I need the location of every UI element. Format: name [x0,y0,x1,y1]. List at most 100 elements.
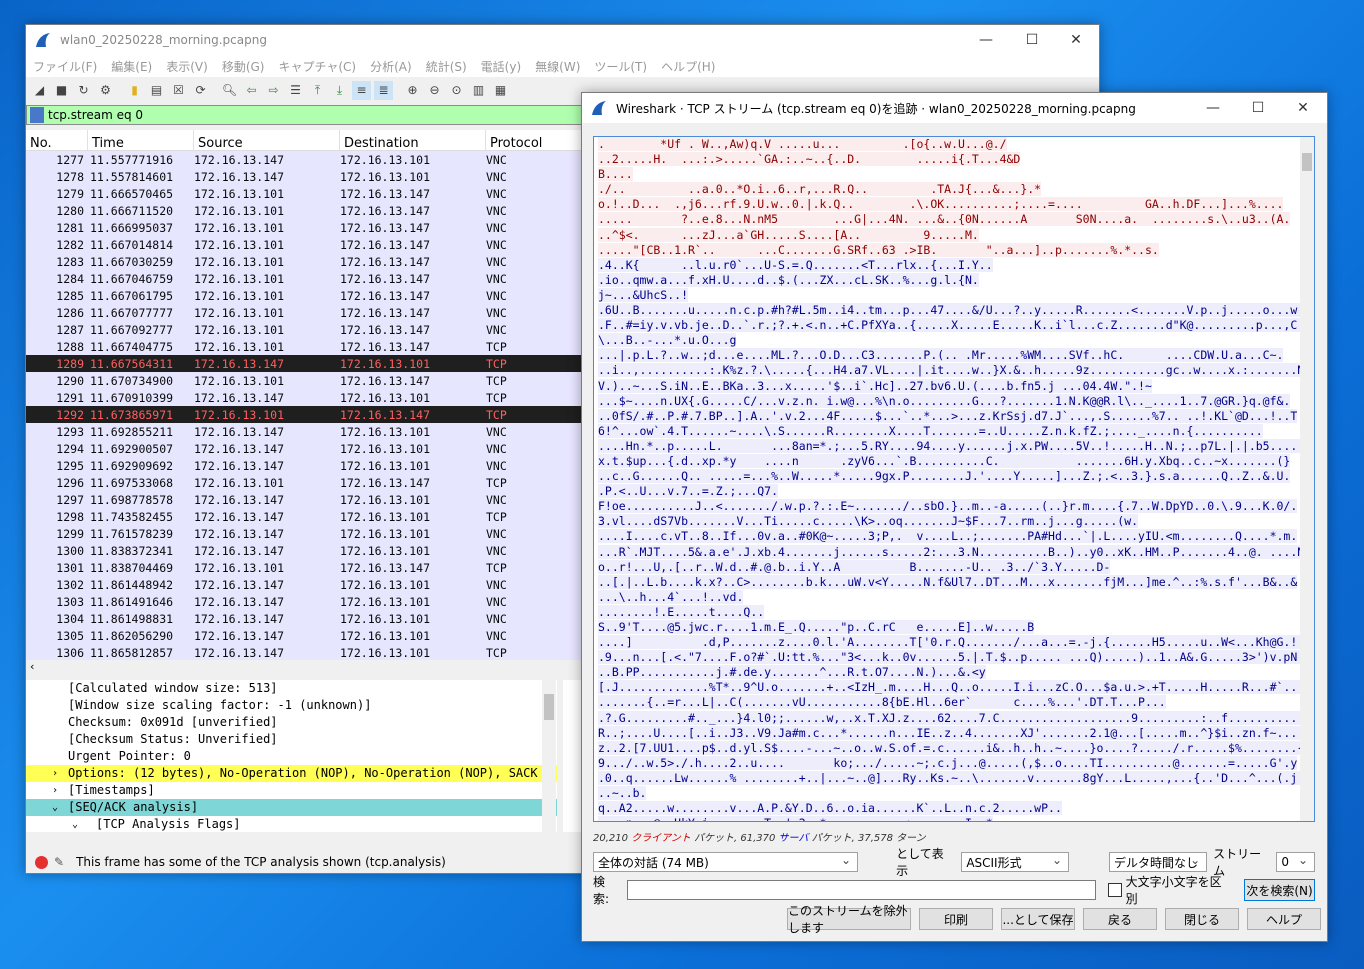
table-row[interactable]: 1279 11.666570465 172.16.13.101 172.16.13.1… [26,185,582,202]
search-input[interactable] [626,880,1096,900]
filter-out-stream-button[interactable]: このストリームを除外します [787,904,911,935]
table-row[interactable]: 1284 11.667046759 172.16.13.101 172.16.13.1… [26,270,582,287]
menu-item[interactable]: 分析(A) [363,58,419,75]
menu-item[interactable]: ツール(T) [587,58,654,75]
detail-line[interactable]: Checksum: 0x091d [unverified] [26,714,557,731]
zoom-normal-icon[interactable]: ⊙ [447,81,466,100]
packet-list-scrollbar[interactable]: ‹ [26,660,582,674]
expand-arrow-icon[interactable]: › [52,765,58,782]
table-row[interactable]: 1282 11.667014814 172.16.13.101 172.16.13.1… [26,236,582,253]
go-back-icon[interactable]: ⇦ [242,81,261,100]
colorize-icon[interactable]: ≣ [374,80,393,100]
detail-line[interactable]: [Checksum Status: Unverified] [26,731,557,748]
start-capture-icon[interactable]: ◢ [30,81,49,100]
find-next-button[interactable]: 次を検索(N) [1244,879,1315,901]
table-row[interactable]: 1296 11.697533068 172.16.13.101 172.16.13.1… [26,474,582,491]
conversation-select[interactable]: 全体の対話 (74 MB) [593,852,859,872]
column-header-no[interactable]: No. [26,130,88,151]
detail-line[interactable]: Urgent Pointer: 0 [26,748,557,765]
detail-line[interactable]: [Calculated window size: 513] [26,680,557,697]
menu-item[interactable]: ヘルプ(H) [654,58,722,75]
table-row[interactable]: 1299 11.761578239 172.16.13.147 172.16.13.1… [26,525,582,542]
zoom-out-icon[interactable]: ⊖ [425,81,444,100]
case-sensitive-checkbox[interactable] [1107,883,1122,897]
menu-item[interactable]: 統計(S) [419,58,474,75]
menu-item[interactable]: 無線(W) [528,58,587,75]
table-row[interactable]: 1292 11.673865971 172.16.13.101 172.16.13.1… [26,406,582,423]
column-header-destination[interactable]: Destination [340,130,486,151]
packet-details[interactable]: [Calculated window size: 513] [Window siz… [26,680,557,832]
table-row[interactable]: 1298 11.743582455 172.16.13.147 172.16.13.1… [26,508,582,525]
display-filter-bar[interactable]: tcp.stream eq 0 [26,105,582,125]
stream-scrollbar[interactable] [1300,137,1314,821]
table-row[interactable]: 1305 11.862056290 172.16.13.147 172.16.13.1… [26,627,582,644]
table-row[interactable]: 1297 11.698778578 172.16.13.147 172.16.13.1… [26,491,582,508]
table-row[interactable]: 1300 11.838372341 172.16.13.147 172.16.13.1… [26,542,582,559]
table-row[interactable]: 1290 11.670734900 172.16.13.101 172.16.13.1… [26,372,582,389]
go-to-packet-icon[interactable]: ☰ [286,81,305,100]
detail-line[interactable]: › [Timestamps] [26,782,557,799]
layout-icon[interactable]: ▦ [491,81,510,100]
maximize-button[interactable]: ☐ [1009,25,1055,55]
resize-columns-icon[interactable]: ▥ [469,81,488,100]
menu-item[interactable]: 編集(E) [104,58,159,75]
detail-line[interactable]: ⌄ [TCP Analysis Flags] [26,816,557,832]
menu-item[interactable]: キャプチャ(C) [271,58,363,75]
dialog-minimize-button[interactable]: — [1190,93,1236,123]
table-row[interactable]: 1302 11.861448942 172.16.13.147 172.16.13.1… [26,576,582,593]
table-row[interactable]: 1295 11.692909692 172.16.13.147 172.16.13.1… [26,457,582,474]
save-as-button[interactable]: ...として保存 [1001,908,1075,930]
packet-list[interactable]: 1277 11.557771916 172.16.13.147 172.16.13.1… [26,151,582,660]
dialog-close-button[interactable]: ✕ [1280,93,1326,123]
table-row[interactable]: 1278 11.557814601 172.16.13.147 172.16.13.1… [26,168,582,185]
stream-number-spinner[interactable]: 0 [1276,852,1316,872]
bookmark-icon[interactable] [30,107,44,123]
capture-options-icon[interactable]: ⚙ [96,81,115,100]
table-row[interactable]: 1303 11.861491646 172.16.13.147 172.16.13.1… [26,593,582,610]
detail-line[interactable]: › Options: (12 bytes), No-Operation (NOP)… [26,765,557,782]
minimize-button[interactable]: — [963,25,1009,55]
zoom-in-icon[interactable]: ⊕ [403,81,422,100]
close-button[interactable]: ✕ [1053,25,1099,55]
stream-content[interactable]: . *Uf . W..,Aw)q.V .....u... .[o{..w.U..… [593,136,1315,822]
table-row[interactable]: 1294 11.692900507 172.16.13.147 172.16.13.1… [26,440,582,457]
detail-line[interactable]: ⌄ [SEQ/ACK analysis] [26,799,557,816]
scroll-left-icon[interactable]: ‹ [30,660,34,673]
autoscroll-icon[interactable]: ≡ [352,80,371,100]
last-packet-icon[interactable]: ⤓ [330,81,349,100]
collapse-arrow-icon[interactable]: ⌄ [52,799,58,816]
table-row[interactable]: 1289 11.667564311 172.16.13.147 172.16.13.1… [26,355,582,372]
column-header-protocol[interactable]: Protocol [486,130,582,151]
table-row[interactable]: 1286 11.667077777 172.16.13.101 172.16.13.1… [26,304,582,321]
table-row[interactable]: 1277 11.557771916 172.16.13.147 172.16.13.1… [26,151,582,168]
menu-item[interactable]: 電話(y) [474,58,528,75]
close-file-icon[interactable]: ☒ [169,81,188,100]
show-as-select[interactable]: ASCII形式 [961,852,1070,872]
edit-comment-icon[interactable]: ✎ [54,855,64,869]
menu-item[interactable]: 表示(V) [159,58,215,75]
column-header-time[interactable]: Time [88,130,194,151]
table-row[interactable]: 1283 11.667030259 172.16.13.101 172.16.13.1… [26,253,582,270]
print-button[interactable]: 印刷 [919,908,993,930]
table-row[interactable]: 1304 11.861498831 172.16.13.147 172.16.13.1… [26,610,582,627]
table-row[interactable]: 1293 11.692855211 172.16.13.147 172.16.13.1… [26,423,582,440]
help-button[interactable]: ヘルプ [1247,908,1321,930]
back-button[interactable]: 戻る [1083,908,1157,930]
first-packet-icon[interactable]: ⤒ [308,81,327,100]
reload-file-icon[interactable]: ⟳ [191,81,210,100]
table-row[interactable]: 1291 11.670910399 172.16.13.147 172.16.13.1… [26,389,582,406]
close-dialog-button[interactable]: 閉じる [1165,908,1239,930]
table-row[interactable]: 1285 11.667061795 172.16.13.101 172.16.13.1… [26,287,582,304]
detail-line[interactable]: [Window size scaling factor: -1 (unknown… [26,697,557,714]
stop-capture-icon[interactable]: ■ [52,81,71,100]
table-row[interactable]: 1280 11.666711520 172.16.13.101 172.16.13.1… [26,202,582,219]
table-row[interactable]: 1301 11.838704469 172.16.13.101 172.16.13.1… [26,559,582,576]
find-packet-icon[interactable]: 🔍︎ [220,81,239,100]
restart-capture-icon[interactable]: ↻ [74,81,93,100]
delta-time-select[interactable]: デルタ時間なし [1109,852,1208,872]
table-row[interactable]: 1306 11.865812857 172.16.13.147 172.16.13.1… [26,644,582,660]
table-row[interactable]: 1281 11.666995037 172.16.13.101 172.16.13.1… [26,219,582,236]
table-row[interactable]: 1287 11.667092777 172.16.13.101 172.16.13.1… [26,321,582,338]
menu-item[interactable]: ファイル(F) [26,58,104,75]
collapse-arrow-icon[interactable]: ⌄ [72,816,78,832]
